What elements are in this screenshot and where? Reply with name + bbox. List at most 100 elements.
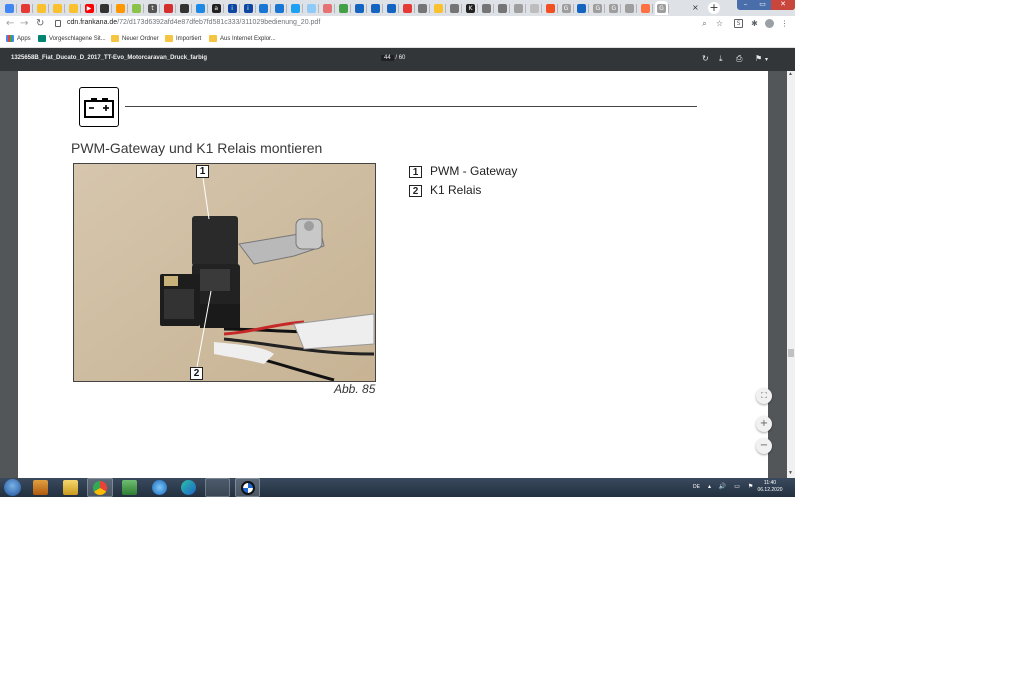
- address-bar[interactable]: cdn.frankana.de/72/d173d6392afd4e87dfeb7…: [53, 18, 728, 31]
- extension-s-icon[interactable]: S: [734, 19, 743, 28]
- browser-tab[interactable]: ▶: [83, 1, 97, 15]
- download-icon[interactable]: ⤓: [719, 54, 723, 64]
- browser-tab[interactable]: [575, 1, 590, 15]
- rotate-icon[interactable]: ↻: [702, 54, 709, 63]
- close-tab-icon[interactable]: ×: [692, 3, 699, 12]
- edge-icon[interactable]: [181, 480, 196, 495]
- scroll-down-arrow[interactable]: ▼: [788, 470, 793, 476]
- browser-tab[interactable]: G: [607, 1, 622, 15]
- system-clock[interactable]: 11:40 06.12.2020: [752, 480, 788, 494]
- browser-tab[interactable]: [480, 1, 494, 15]
- fit-page-button[interactable]: ⛶: [756, 388, 772, 404]
- browser-tab[interactable]: G: [560, 1, 574, 15]
- bookmark-suggested-sites[interactable]: Vorgeschlagene Sit...: [38, 35, 106, 42]
- browser-tab[interactable]: [432, 1, 447, 15]
- internet-explorer-icon[interactable]: [152, 480, 167, 495]
- chevron-down-icon[interactable]: ▾: [765, 56, 768, 63]
- bookmark-ie-import[interactable]: Aus Internet Explor...: [209, 35, 276, 42]
- browser-tab[interactable]: [67, 1, 81, 15]
- browser-tab[interactable]: [448, 1, 463, 15]
- browser-tab[interactable]: [321, 1, 335, 15]
- minus-icon: [434, 4, 444, 13]
- doc-icon: [577, 4, 587, 13]
- tab-separator: [222, 4, 224, 13]
- tab-separator: [620, 4, 622, 13]
- browser-tab[interactable]: [496, 1, 510, 15]
- bmw-taskbar-button[interactable]: [235, 478, 260, 497]
- browser-tab[interactable]: t: [146, 1, 161, 15]
- minimize-button[interactable]: –: [737, 0, 754, 10]
- media-player-icon[interactable]: [33, 480, 48, 495]
- browser-tab[interactable]: i: [226, 1, 240, 15]
- scroll-up-arrow[interactable]: ▲: [788, 71, 793, 77]
- reload-button[interactable]: ↻: [36, 18, 44, 29]
- vertical-scrollbar[interactable]: ▲ ▼: [787, 71, 795, 478]
- bookmark-icon[interactable]: ⚑: [755, 54, 762, 63]
- browser-tab[interactable]: [401, 1, 415, 15]
- bag-icon: [52, 4, 62, 13]
- browser-tab[interactable]: G: [591, 1, 606, 15]
- tab-separator: [445, 4, 447, 13]
- star-icon[interactable]: ☆: [715, 19, 724, 28]
- url-text[interactable]: cdn.frankana.de/72/d173d6392afd4e87dfeb7…: [67, 19, 320, 26]
- start-orb-icon[interactable]: [4, 479, 21, 496]
- avatar-icon[interactable]: [765, 19, 774, 28]
- browser-tab[interactable]: [528, 1, 542, 15]
- tab-separator: [540, 4, 542, 13]
- tab-separator: [47, 4, 49, 13]
- browser-tab[interactable]: [337, 1, 351, 15]
- tab-separator: [349, 4, 351, 13]
- browser-tab[interactable]: [114, 1, 129, 15]
- browser-tab[interactable]: [369, 1, 383, 15]
- browser-tab[interactable]: i: [242, 1, 256, 15]
- cloud-icon: [307, 4, 317, 13]
- browser-tab[interactable]: [623, 1, 638, 15]
- forward-button[interactable]: →: [20, 18, 28, 29]
- puzzle-icon[interactable]: ✱: [750, 19, 759, 28]
- menu-icon[interactable]: ⋮: [780, 19, 789, 28]
- system-tray-icons[interactable]: ▴ 🔊 ▭ ⚑: [708, 483, 756, 490]
- browser-tab[interactable]: [385, 1, 399, 15]
- browser-tab[interactable]: [162, 1, 176, 15]
- task-manager-icon[interactable]: [122, 480, 137, 495]
- snipping-tool-icon[interactable]: [205, 478, 230, 497]
- language-indicator[interactable]: DE: [693, 484, 700, 490]
- browser-tab[interactable]: [289, 1, 304, 15]
- browser-tab[interactable]: [512, 1, 526, 15]
- browser-tab[interactable]: [305, 1, 320, 15]
- page-number-input[interactable]: 44: [381, 55, 394, 61]
- scrollbar-thumb[interactable]: [788, 349, 794, 357]
- lock-icon[interactable]: [55, 20, 61, 27]
- print-icon[interactable]: ⎙: [736, 54, 742, 64]
- back-button[interactable]: ←: [6, 18, 14, 29]
- browser-tab[interactable]: G: [654, 1, 669, 15]
- bookmark-new-folder[interactable]: Neuer Ordner: [111, 35, 159, 42]
- close-window-button[interactable]: ✕: [771, 0, 795, 10]
- browser-tab[interactable]: [353, 1, 367, 15]
- browser-tab[interactable]: [51, 1, 65, 15]
- browser-tab[interactable]: [544, 1, 558, 15]
- browser-tab[interactable]: [3, 1, 17, 15]
- restore-button[interactable]: ▭: [754, 0, 771, 10]
- zoom-icon[interactable]: ⌕: [700, 19, 709, 28]
- browser-tab[interactable]: [194, 1, 208, 15]
- browser-tab[interactable]: [35, 1, 49, 15]
- browser-tab[interactable]: a: [210, 1, 224, 15]
- bookmark-imported[interactable]: Importiert: [165, 35, 201, 42]
- browser-tab[interactable]: [98, 1, 113, 15]
- browser-tab[interactable]: [273, 1, 288, 15]
- browser-tab[interactable]: [178, 1, 192, 15]
- browser-tab[interactable]: [130, 1, 145, 15]
- browser-tab[interactable]: K: [464, 1, 479, 15]
- new-tab-button[interactable]: +: [708, 2, 720, 14]
- browser-tab[interactable]: [639, 1, 653, 15]
- bookmark-apps[interactable]: Apps: [6, 35, 31, 42]
- browser-tab[interactable]: [257, 1, 272, 15]
- pdf-viewer[interactable]: PWM-Gateway und K1 Relais montieren 1 2 …: [0, 71, 787, 478]
- browser-tab[interactable]: [416, 1, 431, 15]
- zoom-in-button[interactable]: +: [756, 416, 772, 432]
- chrome-taskbar-button[interactable]: [87, 478, 113, 497]
- zoom-out-button[interactable]: −: [756, 438, 772, 454]
- browser-tab[interactable]: [19, 1, 33, 15]
- file-explorer-icon[interactable]: [63, 480, 78, 495]
